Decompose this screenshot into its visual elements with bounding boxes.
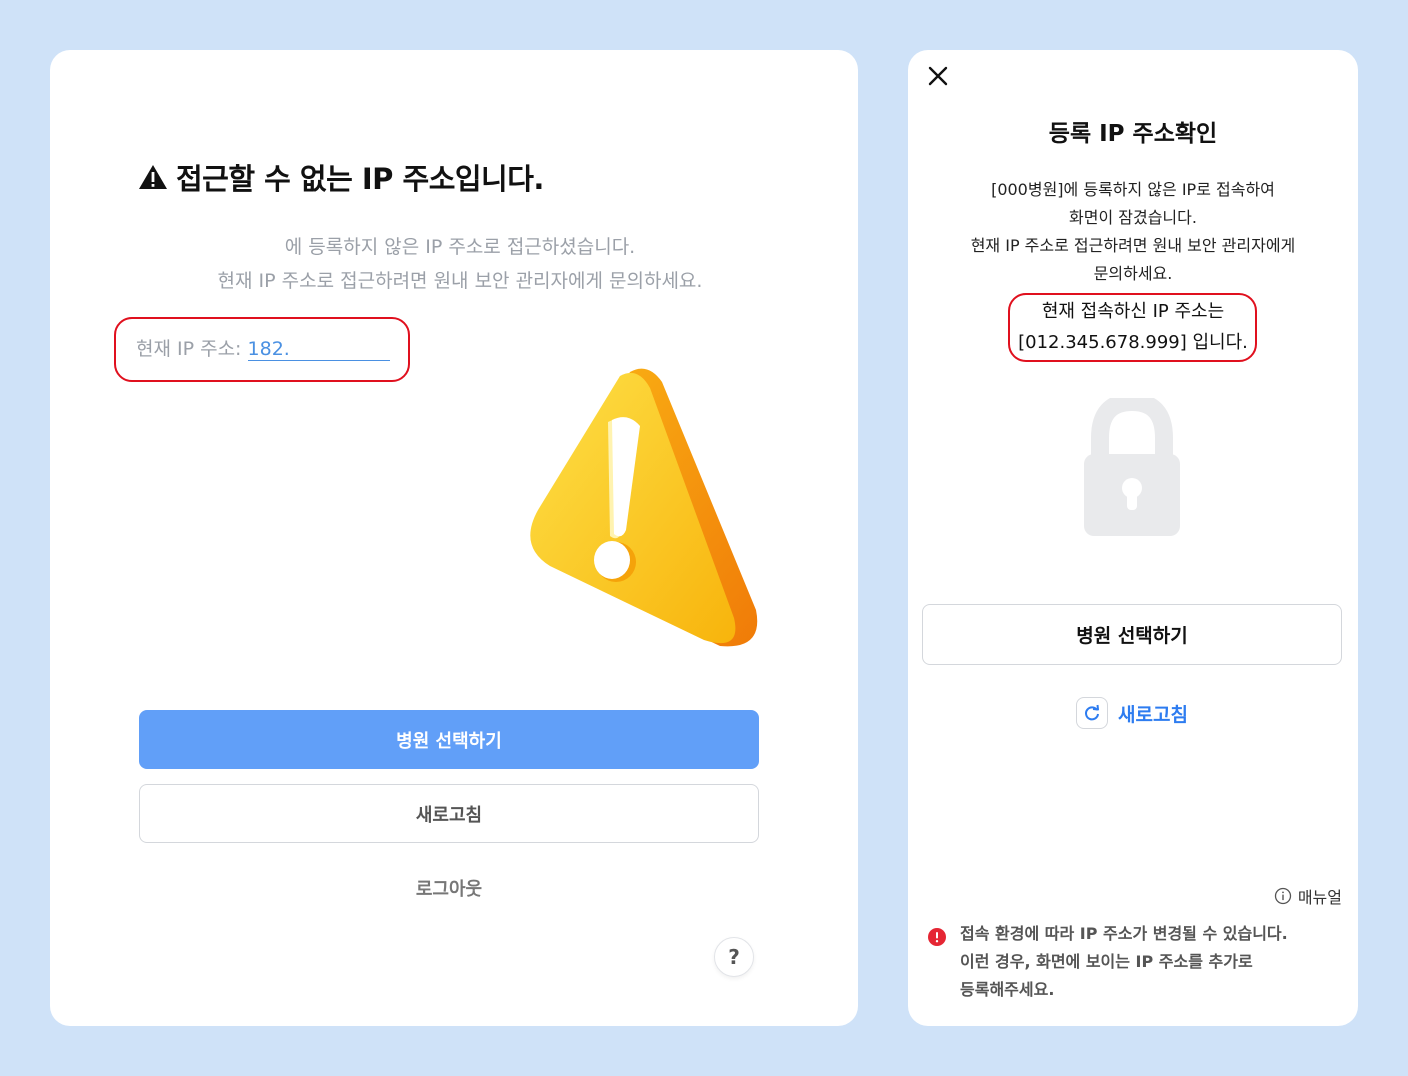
manual-label: 매뉴얼	[1297, 888, 1342, 907]
notice-text: 접속 환경에 따라 IP 주소가 변경될 수 있습니다. 이런 경우, 화면에 …	[960, 920, 1288, 1004]
dialog-title: 등록 IP 주소확인	[1048, 121, 1218, 147]
ip-check-dialog: 등록 IP 주소확인 [000병원]에 등록하지 않은 IP로 접속하여 화면이…	[908, 50, 1358, 1026]
refresh-icon	[1076, 697, 1108, 729]
notice-line: 이런 경우, 화면에 보이는 IP 주소를 추가로	[960, 952, 1253, 971]
select-hospital-button[interactable]: 병원 선택하기	[139, 710, 759, 769]
description-line: 현재 IP 주소로 접근하려면 원내 보안 관리자에게 문의하세요.	[217, 270, 703, 292]
manual-link[interactable]: 매뉴얼	[1274, 884, 1342, 908]
description-line: 현재 IP 주소로 접근하려면 원내 보안 관리자에게	[970, 236, 1296, 255]
lock-icon	[1084, 398, 1180, 536]
dialog-description: [000병원]에 등록하지 않은 IP로 접속하여 화면이 잠겼습니다. 현재 …	[908, 176, 1358, 288]
description-line: [000병원]에 등록하지 않은 IP로 접속하여	[991, 180, 1275, 199]
ip-change-notice: 접속 환경에 따라 IP 주소가 변경될 수 있습니다. 이런 경우, 화면에 …	[928, 920, 1288, 1004]
warning-icon	[139, 165, 167, 189]
ip-blocked-page: 접근할 수 없는 IP 주소입니다. 에 등록하지 않은 IP 주소로 접근하셨…	[50, 50, 858, 1026]
refresh-button[interactable]: 새로고침	[1076, 696, 1188, 730]
alert-icon	[928, 928, 946, 946]
page-title-text: 접근할 수 없는 IP 주소입니다.	[176, 162, 544, 196]
notice-line: 등록해주세요.	[960, 980, 1055, 999]
page-title: 접근할 수 없는 IP 주소입니다.	[138, 156, 544, 198]
logout-button[interactable]: 로그아웃	[139, 870, 759, 906]
help-button[interactable]: ?	[714, 937, 754, 977]
description-line: 에 등록하지 않은 IP 주소로 접근하셨습니다.	[284, 236, 636, 258]
description-line: 화면이 잠겼습니다.	[1069, 208, 1197, 227]
highlight-box	[1008, 293, 1257, 362]
description: 에 등록하지 않은 IP 주소로 접근하셨습니다. 현재 IP 주소로 접근하려…	[130, 230, 790, 298]
close-icon[interactable]	[924, 62, 952, 90]
refresh-label: 새로고침	[1118, 703, 1188, 726]
refresh-button[interactable]: 새로고침	[139, 784, 759, 843]
warning-illustration-icon	[530, 368, 758, 647]
description-line: 문의하세요.	[1093, 264, 1173, 283]
info-icon	[1274, 887, 1291, 905]
notice-line: 접속 환경에 따라 IP 주소가 변경될 수 있습니다.	[960, 924, 1288, 943]
select-hospital-button[interactable]: 병원 선택하기	[922, 604, 1342, 665]
highlight-box	[114, 317, 410, 382]
